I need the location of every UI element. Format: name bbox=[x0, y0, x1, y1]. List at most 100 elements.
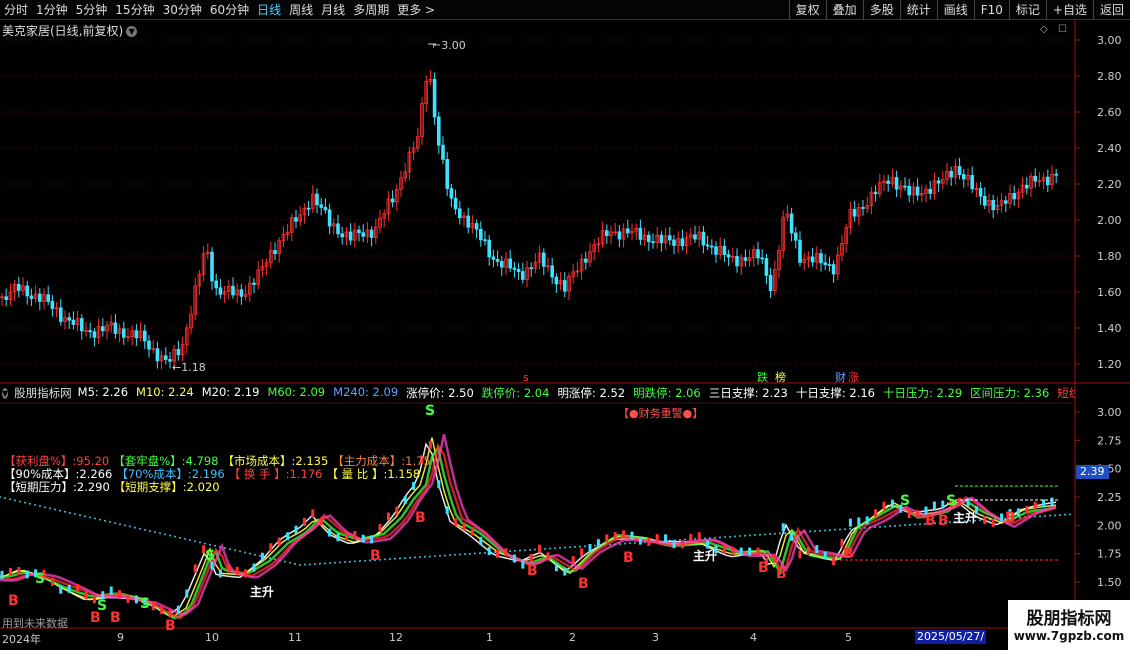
signal-marker: B bbox=[623, 550, 634, 566]
time-axis-label: 12 bbox=[389, 631, 403, 644]
signal-marker: B bbox=[415, 510, 426, 526]
sub-candle bbox=[504, 548, 508, 557]
sub-candle bbox=[269, 543, 273, 552]
dotted-ma bbox=[29, 502, 31, 505]
dotted-ma bbox=[494, 551, 496, 554]
future-data-note: 用到未来数据 bbox=[2, 617, 68, 630]
sub-candle bbox=[118, 590, 122, 599]
indicator-value-8: 明跌停: 2.06 bbox=[633, 386, 701, 400]
dotted-ma bbox=[1064, 513, 1066, 516]
time-axis-label: 3 bbox=[652, 631, 659, 644]
dotted-ma bbox=[684, 538, 686, 541]
candle-body bbox=[294, 217, 298, 222]
sub-candle bbox=[890, 499, 894, 508]
sub-candle bbox=[151, 601, 155, 610]
dotted-ma bbox=[1044, 514, 1046, 517]
candle-body bbox=[340, 233, 344, 238]
sub-candle bbox=[126, 594, 130, 603]
sub-candle bbox=[370, 535, 374, 544]
candle-body bbox=[92, 331, 97, 338]
candle-body bbox=[928, 188, 932, 194]
dotted-ma bbox=[419, 556, 421, 559]
dotted-ma bbox=[104, 519, 106, 522]
sub-candle bbox=[664, 534, 668, 543]
candle-body bbox=[487, 239, 491, 258]
candle-body bbox=[735, 255, 739, 267]
candle-body bbox=[789, 213, 794, 234]
indicator-value-6: 跌停价: 2.04 bbox=[481, 386, 550, 400]
candle-body bbox=[936, 180, 941, 184]
sub-candle bbox=[605, 534, 609, 543]
sub-candle bbox=[193, 564, 197, 573]
time-axis-label: 10 bbox=[205, 631, 219, 644]
dotted-ma bbox=[774, 532, 776, 535]
sub-candle bbox=[756, 547, 760, 556]
candle-body bbox=[915, 186, 920, 196]
high-price-label: ⌐3.00 bbox=[432, 39, 466, 52]
candle-body bbox=[710, 245, 714, 248]
dotted-ma bbox=[164, 533, 166, 536]
candle-body bbox=[861, 207, 865, 209]
indicator-name[interactable]: 股朋指标网 bbox=[14, 385, 72, 401]
sub-candle bbox=[706, 540, 710, 549]
candle-body bbox=[1054, 173, 1059, 176]
candle-body bbox=[743, 257, 748, 261]
sub-candle bbox=[403, 496, 407, 505]
dotted-ma bbox=[714, 536, 716, 539]
candle-body bbox=[672, 239, 676, 246]
price-axis-label: 2.60 bbox=[1097, 106, 1122, 119]
dotted-ma bbox=[464, 553, 466, 556]
dotted-ma bbox=[194, 540, 196, 543]
event-marker: 涨 bbox=[848, 371, 859, 384]
sub-candle bbox=[571, 556, 575, 565]
dotted-ma bbox=[324, 562, 326, 565]
indicator-value-4: M240: 2.09 bbox=[333, 385, 399, 399]
sub-candle bbox=[336, 533, 340, 542]
candle-body bbox=[466, 215, 470, 228]
dotted-ma bbox=[439, 554, 441, 557]
dotted-ma bbox=[474, 552, 476, 555]
dotted-ma bbox=[769, 533, 771, 536]
dotted-ma bbox=[34, 503, 36, 506]
candle-body bbox=[441, 144, 445, 160]
dotted-ma bbox=[764, 533, 766, 536]
time-axis-label: 5 bbox=[845, 631, 852, 644]
sub-candle bbox=[454, 518, 458, 527]
dotted-ma bbox=[729, 535, 731, 538]
dotted-ma bbox=[534, 548, 536, 551]
dotted-ma bbox=[514, 549, 516, 552]
sub-axis-label: 2.00 bbox=[1097, 519, 1122, 532]
sub-candle bbox=[1033, 501, 1037, 510]
dotted-ma bbox=[719, 536, 721, 539]
dotted-ma bbox=[54, 508, 56, 511]
dotted-ma bbox=[114, 522, 116, 525]
candle-body bbox=[529, 267, 533, 270]
dotted-ma bbox=[559, 546, 561, 549]
dotted-ma bbox=[49, 507, 51, 510]
dotted-ma bbox=[809, 530, 811, 533]
chevron-down-icon[interactable]: ▼ bbox=[2, 387, 9, 399]
price-axis-label: 2.40 bbox=[1097, 142, 1122, 155]
dotted-ma bbox=[314, 563, 316, 566]
signal-marker: B bbox=[110, 610, 121, 626]
candle-body bbox=[361, 232, 365, 237]
sub-candle bbox=[554, 563, 558, 572]
sub-candle bbox=[496, 549, 500, 558]
dotted-ma bbox=[509, 550, 511, 553]
dotted-ma bbox=[154, 531, 156, 534]
candle-body bbox=[499, 261, 504, 268]
dotted-ma bbox=[364, 559, 366, 562]
sub-candle bbox=[185, 589, 189, 598]
candle-body bbox=[113, 322, 118, 334]
candle-body bbox=[50, 301, 55, 309]
candle-body bbox=[668, 235, 672, 241]
dotted-ma bbox=[759, 533, 761, 536]
indicator-value-9: 三日支撑: 2.23 bbox=[708, 386, 788, 400]
candle-body bbox=[25, 285, 29, 297]
legend-item: 【市场成本】:2.135 bbox=[222, 454, 329, 468]
sub-candle bbox=[580, 548, 584, 557]
candle-body bbox=[983, 195, 987, 206]
dotted-ma bbox=[384, 558, 386, 561]
signal-marker: S bbox=[900, 493, 910, 509]
candle-body bbox=[369, 229, 374, 238]
